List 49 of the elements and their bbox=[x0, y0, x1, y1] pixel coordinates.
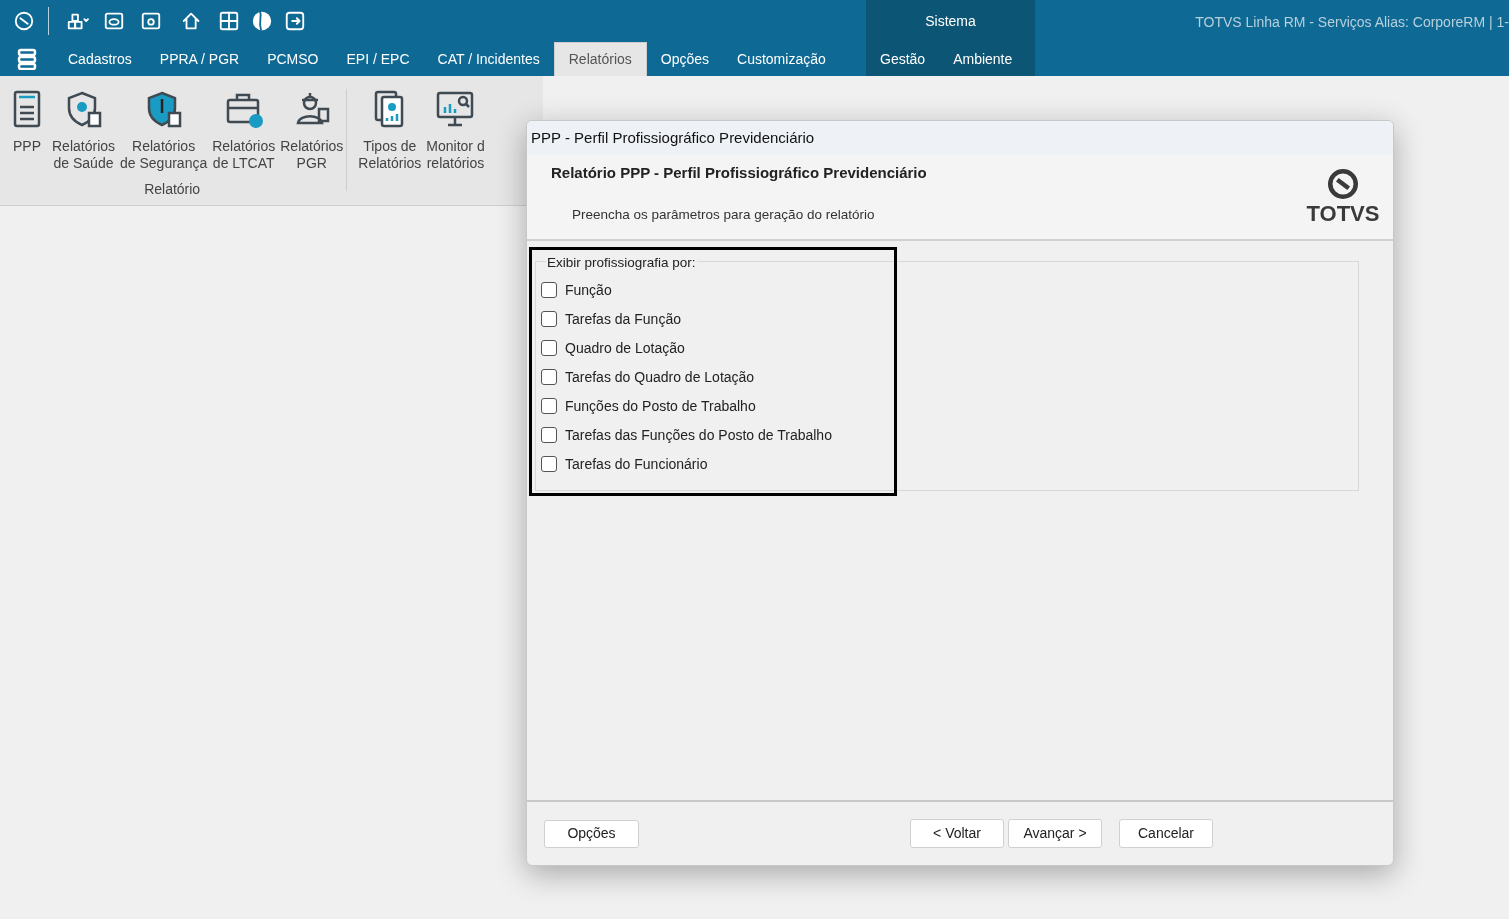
checkbox-label: Função bbox=[565, 280, 612, 300]
menu-tab[interactable]: PCMSO bbox=[253, 42, 333, 76]
menu-tab[interactable]: CAT / Incidentes bbox=[423, 42, 554, 76]
eye-icon[interactable] bbox=[103, 10, 125, 32]
dialog-title: PPP - Perfil Profissiográfico Previdenciário bbox=[531, 127, 815, 148]
checkbox[interactable] bbox=[541, 456, 557, 472]
checkbox-label: Tarefas da Função bbox=[565, 309, 681, 329]
totvs-logo-icon bbox=[1326, 167, 1360, 201]
menu-tab[interactable]: Ambiente bbox=[939, 42, 1027, 76]
ribbon-button[interactable]: Relatórios de LTCAT bbox=[211, 89, 277, 172]
exit-icon[interactable] bbox=[284, 10, 306, 32]
grid-icon[interactable] bbox=[218, 10, 240, 32]
menu-tab[interactable]: Customização bbox=[723, 42, 840, 76]
ribbon-button[interactable]: Monitor d relatórios bbox=[425, 89, 486, 172]
footer-button[interactable]: Avançar > bbox=[1008, 819, 1102, 848]
dialog-subtitle: Preencha os parâmetros para geração do relatório bbox=[572, 205, 876, 224]
dialog-heading: Relatório PPP - Perfil Profissiográfico Previdenciário bbox=[551, 163, 928, 183]
menu-tab[interactable]: PPRA / PGR bbox=[145, 42, 254, 76]
logo-text: TOTVS bbox=[1306, 201, 1380, 227]
ribbon-button[interactable]: Relatórios de Saúde bbox=[51, 89, 117, 172]
menu-tab[interactable]: Gestão bbox=[866, 42, 940, 76]
ribbon-button[interactable]: Tipos de Relatórios bbox=[357, 89, 423, 172]
ribbon-group-label: Relatório bbox=[144, 180, 201, 199]
ribbon-button[interactable]: Relatórios de Segurança bbox=[119, 89, 209, 172]
checkbox[interactable] bbox=[541, 427, 557, 443]
checkbox[interactable] bbox=[541, 340, 557, 356]
ribbon-button[interactable]: Relatórios PGR bbox=[279, 89, 345, 172]
footer-button[interactable]: < Voltar bbox=[910, 819, 1004, 848]
logo-icon[interactable] bbox=[13, 10, 35, 32]
checkbox[interactable] bbox=[541, 398, 557, 414]
menu-icon[interactable] bbox=[17, 48, 37, 70]
context-info: TOTVS Linha RM - Serviços Alias: CorporeRM | 1- bbox=[1195, 13, 1509, 30]
checkbox-label: Tarefas do Quadro de Lotação bbox=[565, 367, 755, 387]
menu-tab[interactable]: Relatórios bbox=[553, 42, 647, 76]
module-title: Sistema bbox=[924, 11, 977, 31]
checkbox[interactable] bbox=[541, 282, 557, 298]
checkbox[interactable] bbox=[541, 311, 557, 327]
checkbox-label: Tarefas do Funcionário bbox=[565, 454, 708, 474]
menu-tab[interactable]: Cadastros bbox=[54, 42, 146, 76]
checkbox[interactable] bbox=[541, 369, 557, 385]
footer-button[interactable]: Opções bbox=[544, 819, 639, 848]
menu-tab[interactable]: EPI / EPC bbox=[332, 42, 424, 76]
menu-tab[interactable]: Opções bbox=[646, 42, 724, 76]
footer-button[interactable]: Cancelar bbox=[1119, 819, 1213, 848]
monitor-chart-icon bbox=[435, 89, 476, 129]
checkbox-label: Funções do Posto de Trabalho bbox=[565, 396, 756, 416]
ribbon-button[interactable]: PPP bbox=[6, 89, 48, 172]
checkbox-label: Tarefas das Funções do Posto de Trabalho bbox=[565, 425, 832, 445]
checkbox-label: Quadro de Lotação bbox=[565, 338, 685, 358]
